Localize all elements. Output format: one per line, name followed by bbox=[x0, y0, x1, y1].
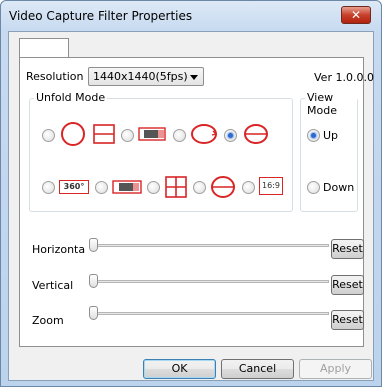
aspect-16-9-icon[interactable]: 16:9 bbox=[259, 177, 283, 195]
horizontal-slider-thumb[interactable] bbox=[89, 238, 98, 252]
client-area: Resolution 1440x1440(5fps) Ver 1.0.0.0 U… bbox=[8, 31, 374, 381]
unfold-mode-group: Unfold Mode 360° 16:9 bbox=[29, 91, 293, 212]
vertical-label: Vertical bbox=[32, 279, 74, 292]
unfold-radio-circle[interactable] bbox=[42, 129, 55, 142]
view-radio-up[interactable] bbox=[307, 129, 320, 142]
dialog-window: Video Capture Filter Properties ✕ Resolu… bbox=[0, 0, 382, 387]
unfold-radio-169[interactable] bbox=[242, 181, 255, 194]
view-radio-down[interactable] bbox=[307, 181, 320, 194]
property-tab[interactable] bbox=[19, 38, 69, 58]
360-panorama-icon[interactable]: 360° bbox=[59, 180, 89, 194]
view-mode-title: View Mode bbox=[305, 91, 357, 117]
unfold-radio-360[interactable] bbox=[42, 181, 55, 194]
unfold-radio-dark-strip[interactable] bbox=[95, 181, 108, 194]
split-view-icon[interactable] bbox=[92, 122, 116, 146]
vertical-track[interactable] bbox=[93, 280, 329, 283]
view-down-label: Down bbox=[323, 181, 355, 194]
ring-view-icon[interactable] bbox=[189, 122, 219, 146]
horizontal-track[interactable] bbox=[93, 244, 329, 247]
ellipse-split-icon[interactable] bbox=[210, 175, 236, 199]
circle-view-icon[interactable] bbox=[60, 120, 86, 148]
chevron-down-icon bbox=[190, 75, 198, 80]
zoom-slider-thumb[interactable] bbox=[89, 306, 98, 320]
close-button[interactable]: ✕ bbox=[341, 6, 371, 24]
zoom-reset-button[interactable]: Reset bbox=[331, 310, 364, 330]
unfold-radio-strip[interactable] bbox=[121, 129, 134, 142]
unfold-radio-ring[interactable] bbox=[173, 129, 186, 142]
horizontal-label: Horizonta bbox=[32, 243, 86, 256]
title-bar[interactable]: Video Capture Filter Properties ✕ bbox=[1, 1, 381, 31]
zoom-track[interactable] bbox=[93, 312, 329, 315]
panorama-strip-icon[interactable] bbox=[138, 126, 166, 142]
vertical-slider-thumb[interactable] bbox=[89, 274, 98, 288]
property-panel: Resolution 1440x1440(5fps) Ver 1.0.0.0 U… bbox=[19, 57, 374, 347]
resolution-value: 1440x1440(5fps) bbox=[93, 70, 188, 83]
unfold-mode-title: Unfold Mode bbox=[34, 91, 108, 104]
resolution-select[interactable]: 1440x1440(5fps) bbox=[88, 67, 204, 86]
ring-dual-view-icon[interactable] bbox=[242, 122, 270, 146]
horizontal-reset-button[interactable]: Reset bbox=[331, 239, 364, 259]
zoom-label: Zoom bbox=[32, 314, 64, 327]
window-title: Video Capture Filter Properties bbox=[9, 9, 193, 23]
dark-strip-icon[interactable] bbox=[112, 179, 142, 195]
cancel-button[interactable]: Cancel bbox=[221, 359, 294, 379]
resolution-label: Resolution bbox=[26, 70, 84, 83]
vertical-reset-button[interactable]: Reset bbox=[331, 275, 364, 295]
view-up-label: Up bbox=[323, 129, 339, 142]
version-label: Ver 1.0.0.0 bbox=[314, 71, 374, 84]
quad-grid-icon[interactable] bbox=[164, 175, 188, 199]
ok-button[interactable]: OK bbox=[143, 359, 216, 379]
unfold-radio-ellipse[interactable] bbox=[193, 181, 206, 194]
apply-button[interactable]: Apply bbox=[299, 359, 372, 379]
view-mode-group: View Mode Up Down bbox=[300, 91, 358, 212]
unfold-radio-ring-dual[interactable] bbox=[224, 129, 237, 142]
close-icon: ✕ bbox=[350, 8, 362, 22]
unfold-radio-quad[interactable] bbox=[147, 181, 160, 194]
